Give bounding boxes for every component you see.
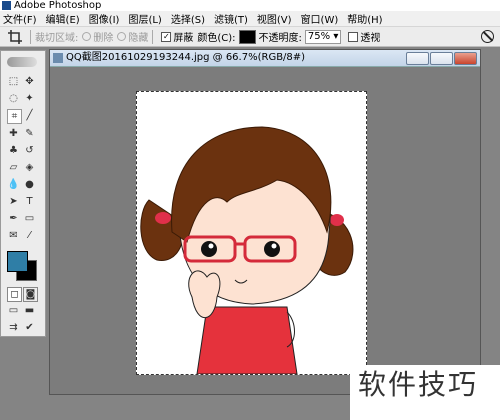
menu-select[interactable]: 选择(S) [168,11,208,26]
app-title: Adobe Photoshop [14,0,102,11]
path-selection-tool-icon[interactable]: ➤ [7,195,20,208]
eraser-tool-icon[interactable]: ▱ [7,161,20,174]
cropped-area-label: 裁切区域: [35,33,79,44]
full-screen-mode-icon[interactable]: ▬ [23,304,36,317]
options-separator [152,29,154,44]
minimize-button[interactable] [406,52,429,65]
eyedropper-tool-icon[interactable]: ⁄ [23,229,36,242]
jump-to-imageready-icon[interactable]: ⇉ [7,321,20,334]
feather-logo-icon [7,57,37,67]
document-icon [53,53,63,63]
menu-bar: 文件(F) 编辑(E) 图像(I) 图层(L) 选择(S) 滤镜(T) 视图(V… [0,11,500,27]
crop-tool-icon[interactable] [8,29,22,44]
cartoon-girl-image [140,126,354,375]
opacity-label: 不透明度: [258,33,302,44]
maximize-button[interactable] [430,52,453,65]
move-tool-icon[interactable]: ✥ [23,75,36,88]
shield-color-swatch[interactable] [238,29,256,44]
opacity-select[interactable]: 75% ▾ [304,29,342,44]
hide-radio[interactable] [117,32,127,41]
toolbox: ⬚ ✥ ◌ ✦ ⌗ ╱ ✚ ✎ ♣ ↺ ▱ ◈ 💧 ● ➤ T ✒ ▭ ✉ ⁄ … [0,50,46,337]
screen-mode-icon[interactable]: ▭ [7,304,20,317]
menu-window[interactable]: 窗口(W) [298,11,342,26]
quick-mask-icon[interactable]: ◙ [23,287,38,302]
opacity-value: 75% [307,30,331,42]
slice-tool-icon[interactable]: ╱ [23,109,36,122]
notes-tool-icon[interactable]: ✉ [7,229,20,242]
standard-mode-icon[interactable]: ◻ [7,287,22,302]
document-title: QQ截图20161029193244.jpg @ 66.7%(RGB/8#) [66,52,306,63]
shape-tool-icon[interactable]: ▭ [23,212,36,225]
options-separator [30,29,31,44]
cancel-icon[interactable] [481,30,494,43]
imageready-icon[interactable]: ✔ [23,321,36,334]
marquee-tool-icon[interactable]: ⬚ [7,75,20,88]
menu-filter[interactable]: 滤镜(T) [211,11,251,26]
dodge-tool-icon[interactable]: ● [23,178,36,191]
menu-edit[interactable]: 编辑(E) [43,11,83,26]
menu-file[interactable]: 文件(F) [0,11,40,26]
delete-radio[interactable] [82,32,92,41]
perspective-checkbox[interactable] [348,31,359,42]
pen-tool-icon[interactable]: ✒ [7,212,20,225]
magic-wand-tool-icon[interactable]: ✦ [23,92,36,105]
menu-view[interactable]: 视图(V) [254,11,295,26]
stamp-tool-icon[interactable]: ♣ [7,144,20,157]
watermark: 软件技巧 [350,365,500,420]
blur-tool-icon[interactable]: 💧 [7,178,20,191]
image-canvas[interactable] [136,91,367,375]
menu-layer[interactable]: 图层(L) [125,11,164,26]
crop-tool-icon[interactable]: ⌗ [7,109,22,124]
color-label: 颜色(C): [197,33,236,44]
close-button[interactable] [454,52,477,65]
perspective-label: 透视 [360,33,381,44]
app-title-bar: Adobe Photoshop [0,0,500,11]
lasso-tool-icon[interactable]: ◌ [7,92,20,105]
healing-brush-tool-icon[interactable]: ✚ [7,127,20,140]
shield-label: 屏蔽 [173,33,194,44]
brush-tool-icon[interactable]: ✎ [23,127,36,140]
document-title-bar: QQ截图20161029193244.jpg @ 66.7%(RGB/8#) [50,50,480,67]
type-tool-icon[interactable]: T [23,195,36,208]
menu-image[interactable]: 图像(I) [86,11,123,26]
options-bar: 裁切区域: 删除 隐藏 ✓ 屏蔽 颜色(C): 不透明度: 75% ▾ 透视 [0,27,500,47]
shield-checkbox[interactable]: ✓ [161,31,172,42]
menu-help[interactable]: 帮助(H) [344,11,385,26]
paint-bucket-tool-icon[interactable]: ◈ [23,161,36,174]
hide-label: 隐藏 [128,33,149,44]
foreground-color-swatch[interactable] [7,251,28,272]
delete-label: 删除 [93,33,114,44]
history-brush-tool-icon[interactable]: ↺ [23,144,36,157]
photoshop-icon [2,1,11,10]
